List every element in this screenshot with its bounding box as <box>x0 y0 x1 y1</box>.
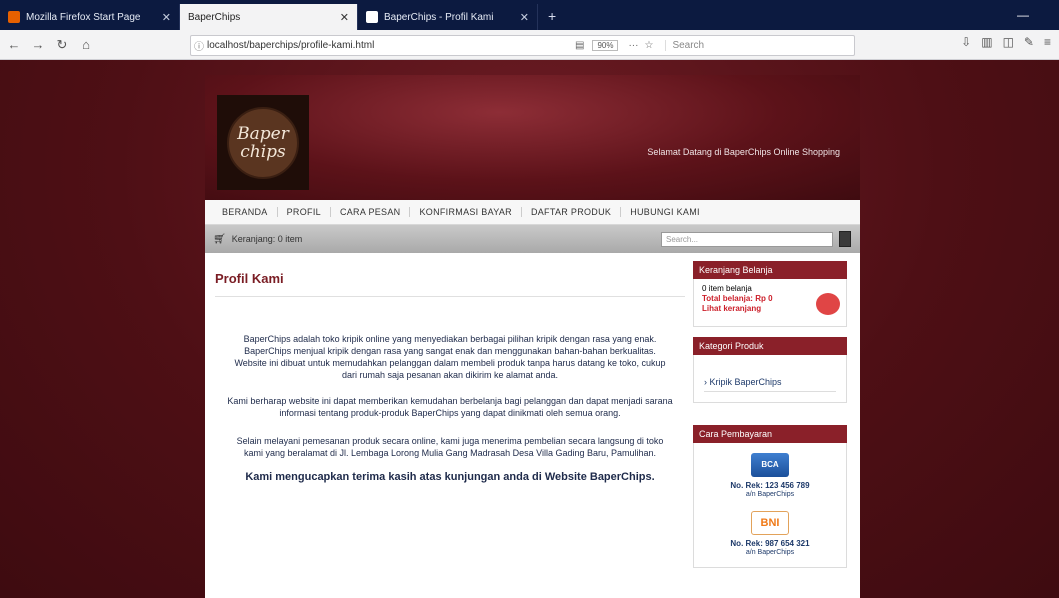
page-icon <box>366 11 378 23</box>
menu-item-profil[interactable]: PROFIL <box>278 207 331 217</box>
browser-tab-3[interactable]: BaperChips - Profil Kami ✕ <box>358 4 538 30</box>
bca-account-name: a/n BaperChips <box>745 491 795 498</box>
category-link[interactable]: › Kripik BaperChips <box>704 377 836 392</box>
closing-statement: Kami mengucapkan terima kasih atas kunju… <box>245 471 655 483</box>
forward-icon[interactable]: → <box>28 35 48 55</box>
browser-tab-2[interactable]: BaperChips ✕ <box>180 4 358 30</box>
site-tagline: Selamat Datang di BaperChips Online Shop… <box>647 147 840 157</box>
browser-tab-1[interactable]: Mozilla Firefox Start Page ✕ <box>0 4 180 30</box>
download-icon[interactable]: ⇩ <box>961 35 971 49</box>
logo-text-bottom: chips <box>240 141 286 162</box>
reload-icon[interactable]: ↻ <box>52 35 72 55</box>
menu-item-hubungi[interactable]: HUBUNGI KAMI <box>621 207 709 217</box>
category-widget: › Kripik BaperChips <box>693 355 847 403</box>
sidebar-icon[interactable]: ◫ <box>1003 35 1014 49</box>
bookmark-star-icon[interactable]: ☆ <box>644 40 653 51</box>
payment-widget: BCA No. Rek: 123 456 789 a/n BaperChips … <box>693 443 847 568</box>
main-menu: BERANDA PROFIL CARA PESAN KONFIRMASI BAY… <box>205 200 860 225</box>
tab-title: BaperChips - Profil Kami <box>384 11 494 23</box>
back-icon[interactable]: ← <box>4 35 24 55</box>
sidebar: Keranjang Belanja 0 item belanja Total b… <box>693 261 847 568</box>
cart-items-count: 0 item belanja <box>702 284 752 293</box>
cart-status[interactable]: Keranjang: 0 item <box>232 234 303 244</box>
main-content: Profil Kami BaperChips adalah toko kripi… <box>215 265 685 484</box>
reader-view-icon[interactable]: ▤ <box>575 40 584 51</box>
menu-item-konfirmasi[interactable]: KONFIRMASI BAYAR <box>410 207 522 217</box>
profile-paragraph-2: Kami berharap website ini dapat memberik… <box>227 396 673 418</box>
info-icon[interactable]: ⓘ <box>191 38 207 53</box>
site-logo[interactable]: Baper chips <box>217 95 309 190</box>
bni-account-name: a/n BaperChips <box>745 549 795 556</box>
site-search-input[interactable]: Search... <box>661 232 833 247</box>
profile-paragraph-1: BaperChips adalah toko kripik online yan… <box>234 334 666 380</box>
tab-title: Mozilla Firefox Start Page <box>26 11 141 23</box>
page-title: Profil Kami <box>215 265 685 297</box>
menu-item-beranda[interactable]: BERANDA <box>213 207 278 217</box>
cart-widget: 0 item belanja Total belanja: Rp 0 Lihat… <box>693 279 847 327</box>
bni-account-number: No. Rek: 987 654 321 <box>730 539 810 548</box>
page-background: Baper chips Selamat Datang di BaperChips… <box>0 60 1059 598</box>
logo-emblem: Baper chips <box>227 106 299 179</box>
extension-icon[interactable]: ✎ <box>1024 35 1034 49</box>
menu-item-produk[interactable]: DAFTAR PRODUK <box>522 207 622 217</box>
zoom-indicator[interactable]: 90% <box>592 40 619 51</box>
menu-icon[interactable]: ≡ <box>1044 35 1051 49</box>
new-tab-button[interactable]: + <box>538 8 566 30</box>
home-icon[interactable]: ⌂ <box>76 35 96 55</box>
menu-item-cara-pesan[interactable]: CARA PESAN <box>331 207 411 217</box>
bni-logo: BNI <box>751 511 789 535</box>
bca-logo: BCA <box>751 453 789 477</box>
minimize-icon[interactable]: — <box>1017 8 1059 30</box>
browser-search-input[interactable]: Search <box>665 40 854 51</box>
cart-icon[interactable]: 🛒︎ <box>213 234 226 245</box>
close-tab-icon[interactable]: ✕ <box>162 11 171 24</box>
sidebar-heading-kategori: Kategori Produk <box>693 337 847 355</box>
sidebar-heading-bayar: Cara Pembayaran <box>693 425 847 443</box>
url-bar[interactable]: ⓘ localhost/baperchips/profile-kami.html… <box>190 35 855 56</box>
logo-text-top: Baper <box>237 123 289 144</box>
cart-search-bar: 🛒︎ Keranjang: 0 item Search... <box>205 225 860 253</box>
profile-paragraph-3: Selain melayani pemesanan produk secara … <box>236 436 664 458</box>
page-actions-icon[interactable]: ··· <box>628 40 638 51</box>
firefox-icon <box>8 11 20 23</box>
library-icon[interactable]: ▥ <box>981 35 992 49</box>
site-header: Baper chips Selamat Datang di BaperChips… <box>205 75 860 200</box>
content-area: Profil Kami BaperChips adalah toko kripi… <box>205 253 860 598</box>
shopping-cart-icon <box>816 293 840 315</box>
site-search-button[interactable] <box>839 231 851 247</box>
close-tab-icon[interactable]: ✕ <box>520 11 529 24</box>
close-tab-icon[interactable]: ✕ <box>340 11 349 24</box>
browser-tab-bar: Mozilla Firefox Start Page ✕ BaperChips … <box>0 0 1059 30</box>
toolbar-icons: ⇩ ▥ ◫ ✎ ≡ <box>961 35 1051 49</box>
bca-account-number: No. Rek: 123 456 789 <box>730 481 810 490</box>
tab-title: BaperChips <box>188 11 241 23</box>
sidebar-heading-belanja: Keranjang Belanja <box>693 261 847 279</box>
url-text[interactable]: localhost/baperchips/profile-kami.html <box>207 40 567 51</box>
